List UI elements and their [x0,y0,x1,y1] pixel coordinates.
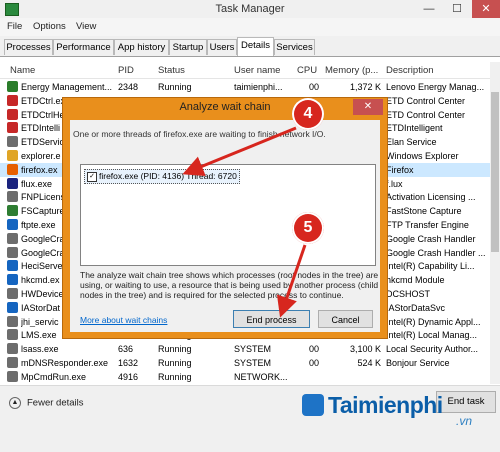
watermark-suffix: .vn [456,414,473,428]
watermark-logo [302,394,324,416]
watermark: Taimienphi .vn [300,392,500,432]
annotation-arrows [182,126,307,318]
step-5-badge: 5 [292,212,324,244]
arrow-to-end-process [276,244,307,318]
step-4-badge: 4 [292,98,324,130]
arrow-to-tree-item [182,126,297,177]
watermark-text: Taimienphi [328,392,443,418]
